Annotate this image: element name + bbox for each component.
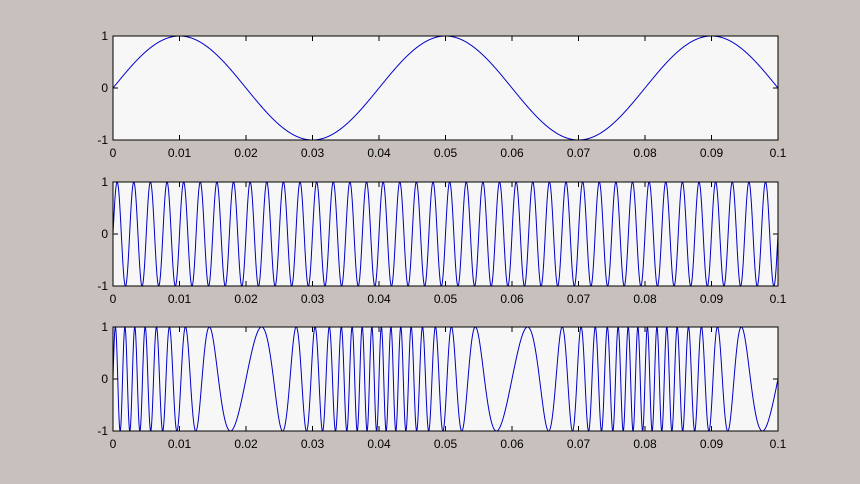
x-tick-label: 0.08: [633, 292, 657, 306]
x-tick-label: 0.03: [301, 437, 325, 451]
x-tick-label: 0.05: [434, 437, 458, 451]
x-tick-label: 0.1: [770, 292, 787, 306]
x-tick-label: 0.05: [434, 292, 458, 306]
x-tick-label: 0: [110, 292, 117, 306]
y-tick-label: -1: [97, 133, 108, 147]
x-tick-label: 0.07: [567, 437, 591, 451]
x-tick-label: 0.1: [770, 437, 787, 451]
x-tick-label: 0.03: [301, 292, 325, 306]
y-tick-label: 1: [101, 175, 108, 189]
x-tick-label: 0.04: [367, 292, 391, 306]
x-tick-label: 0.03: [301, 146, 325, 160]
x-tick-label: 0.09: [700, 437, 724, 451]
x-tick-label: 0.06: [500, 292, 524, 306]
x-tick-label: 0.06: [500, 437, 524, 451]
x-tick-label: 0.01: [168, 146, 192, 160]
y-tick-label: -1: [97, 424, 108, 438]
x-tick-label: 0.02: [234, 146, 258, 160]
x-tick-label: 0.07: [567, 146, 591, 160]
x-tick-label: 0: [110, 437, 117, 451]
x-tick-label: 0.02: [234, 437, 258, 451]
x-tick-label: 0.02: [234, 292, 258, 306]
x-tick-label: 0.01: [168, 292, 192, 306]
x-tick-label: 0.08: [633, 146, 657, 160]
y-tick-label: 0: [101, 81, 108, 95]
x-tick-label: 0.09: [700, 292, 724, 306]
x-tick-label: 0.07: [567, 292, 591, 306]
y-tick-label: 0: [101, 372, 108, 386]
x-tick-label: 0.04: [367, 437, 391, 451]
x-tick-label: 0.08: [633, 437, 657, 451]
x-tick-label: 0: [110, 146, 117, 160]
subplot-3: 0 0.01 0.02 0.03 0.04 0.05 0.06 0.07 0.08 0.09 0.1…: [97, 320, 786, 451]
x-tick-label: 0.09: [700, 146, 724, 160]
y-tick-label: 0: [101, 227, 108, 241]
y-tick-label: -1: [97, 279, 108, 293]
subplot-2: 0 0.01 0.02 0.03 0.04 0.05 0.06 0.07 0.08 0.09 0.1…: [97, 175, 786, 306]
subplot-1: 0 0.01 0.02 0.03 0.04 0.05 0.06 0.07 0.08 0.09 0.1…: [97, 29, 786, 160]
x-tick-label: 0.1: [770, 146, 787, 160]
figure: 0 0.01 0.02 0.03 0.04 0.05 0.06 0.07 0.08 0.09 0.1…: [97, 29, 786, 451]
x-tick-label: 0.05: [434, 146, 458, 160]
y-tick-label: 1: [101, 320, 108, 334]
x-tick-label: 0.01: [168, 437, 192, 451]
y-tick-label: 1: [101, 29, 108, 43]
x-tick-label: 0.06: [500, 146, 524, 160]
x-tick-label: 0.04: [367, 146, 391, 160]
